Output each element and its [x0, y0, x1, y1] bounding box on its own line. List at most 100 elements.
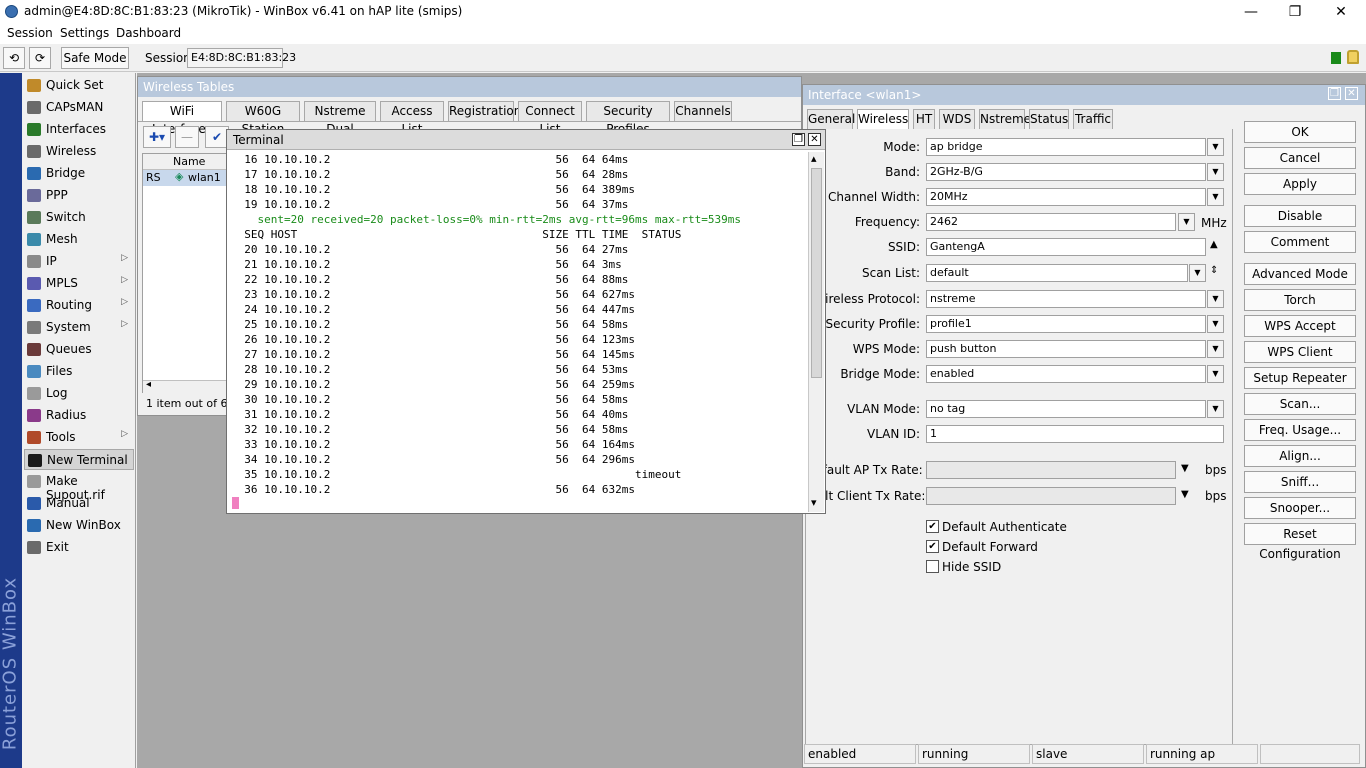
sidebar-item-new-terminal[interactable]: New Terminal — [24, 449, 134, 470]
ssid-collapse-icon[interactable]: ▲ — [1210, 239, 1218, 250]
apply-button[interactable]: Apply — [1244, 173, 1356, 195]
wps-client-button[interactable]: WPS Client — [1244, 341, 1356, 363]
maximize-icon[interactable]: ❐ — [792, 133, 805, 146]
menu-dashboard[interactable]: Dashboard — [116, 26, 181, 40]
default-authenticate-checkbox[interactable]: ✔ — [926, 520, 939, 533]
sidebar-item-radius[interactable]: Radius — [24, 405, 134, 426]
sidebar-item-mpls[interactable]: MPLS ▷ — [24, 273, 134, 294]
sidebar-item-ppp[interactable]: PPP — [24, 185, 134, 206]
close-icon[interactable]: ✕ — [1345, 87, 1358, 100]
scan-list-field[interactable]: default — [926, 264, 1188, 282]
sidebar-item-mesh[interactable]: Mesh — [24, 229, 134, 250]
client-tx-rate-field[interactable] — [926, 487, 1176, 505]
wireless-protocol-dropdown-icon[interactable]: ▼ — [1207, 290, 1224, 308]
security-profile-dropdown-icon[interactable]: ▼ — [1207, 315, 1224, 333]
tab-connect-list[interactable]: Connect List — [518, 101, 582, 136]
bridge-mode-field[interactable]: enabled — [926, 365, 1206, 383]
wps-mode-dropdown-icon[interactable]: ▼ — [1207, 340, 1224, 358]
minimize-button[interactable]: — — [1236, 2, 1266, 22]
tab-registration[interactable]: Registration — [448, 101, 521, 121]
tab-access-list[interactable]: Access List — [380, 101, 444, 136]
maximize-icon[interactable]: ❐ — [1328, 87, 1341, 100]
disable-button[interactable]: Disable — [1244, 205, 1356, 227]
tab-general[interactable]: General — [807, 109, 855, 129]
sidebar-item-exit[interactable]: Exit — [24, 537, 134, 558]
session-field[interactable]: E4:8D:8C:B1:83:23 — [187, 48, 296, 68]
close-button[interactable]: ✕ — [1326, 2, 1356, 22]
advanced-mode-button[interactable]: Advanced Mode — [1244, 263, 1356, 285]
frequency-field[interactable]: 2462 — [926, 213, 1176, 231]
scroll-up-button[interactable]: ▴ — [811, 152, 817, 165]
bridge-mode-dropdown-icon[interactable]: ▼ — [1207, 365, 1224, 383]
torch-button[interactable]: Torch — [1244, 289, 1356, 311]
tab-wifi-interfaces[interactable]: WiFi Interfaces — [142, 101, 222, 136]
sidebar-item-new-winbox[interactable]: New WinBox — [24, 515, 134, 536]
tab-channels[interactable]: Channels — [674, 101, 732, 121]
tab-wds[interactable]: WDS — [939, 109, 975, 129]
safe-mode-button[interactable]: Safe Mode — [61, 47, 129, 69]
menu-settings[interactable]: Settings — [60, 26, 109, 40]
vlan-mode-field[interactable]: no tag — [926, 400, 1206, 418]
undo-button[interactable]: ⟲ — [3, 47, 25, 69]
setup-repeater-button[interactable]: Setup Repeater — [1244, 367, 1356, 389]
column-name[interactable]: Name — [173, 155, 205, 168]
sidebar-item-ip[interactable]: IP ▷ — [24, 251, 134, 272]
align-button[interactable]: Align... — [1244, 445, 1356, 467]
sidebar-item-make-supout-rif[interactable]: Make Supout.rif — [24, 471, 134, 502]
mode-dropdown-icon[interactable]: ▼ — [1207, 138, 1224, 156]
sidebar-item-queues[interactable]: Queues — [24, 339, 134, 360]
tab-status[interactable]: Status — [1029, 109, 1069, 129]
tab-traffic[interactable]: Traffic — [1073, 109, 1113, 129]
mode-field[interactable]: ap bridge — [926, 138, 1206, 156]
ap-tx-rate-dropdown-icon[interactable]: ▼ — [1181, 463, 1189, 474]
sidebar-item-quick-set[interactable]: Quick Set — [24, 75, 134, 96]
tab-security-profiles[interactable]: Security Profiles — [586, 101, 670, 136]
tab-wireless[interactable]: Wireless — [857, 109, 909, 129]
tab-nstreme[interactable]: Nstreme — [979, 109, 1031, 129]
sidebar-item-switch[interactable]: Switch — [24, 207, 134, 228]
channel-width-field[interactable]: 20MHz — [926, 188, 1206, 206]
ap-tx-rate-field[interactable] — [926, 461, 1176, 479]
scan-list-updown-icon[interactable]: ⇕ — [1210, 265, 1218, 276]
scan-button[interactable]: Scan... — [1244, 393, 1356, 415]
sidebar-item-wireless[interactable]: Wireless — [24, 141, 134, 162]
sidebar-item-interfaces[interactable]: Interfaces — [24, 119, 134, 140]
add-button[interactable]: ✚▾ — [143, 126, 171, 148]
wireless-protocol-field[interactable]: nstreme — [926, 290, 1206, 308]
wps-accept-button[interactable]: WPS Accept — [1244, 315, 1356, 337]
vlan-id-field[interactable]: 1 — [926, 425, 1224, 443]
default-forward-checkbox[interactable]: ✔ — [926, 540, 939, 553]
sniff-button[interactable]: Sniff... — [1244, 471, 1356, 493]
sidebar-item-manual[interactable]: Manual — [24, 493, 134, 514]
ok-button[interactable]: OK — [1244, 121, 1356, 143]
remove-button[interactable]: — — [175, 126, 199, 148]
tab-ht[interactable]: HT — [913, 109, 935, 129]
sidebar-item-system[interactable]: System ▷ — [24, 317, 134, 338]
freq-usage-button[interactable]: Freq. Usage... — [1244, 419, 1356, 441]
security-profile-field[interactable]: profile1 — [926, 315, 1206, 333]
sidebar-item-routing[interactable]: Routing ▷ — [24, 295, 134, 316]
frequency-dropdown-icon[interactable]: ▼ — [1178, 213, 1195, 231]
scroll-left-button[interactable]: ◂ — [146, 379, 151, 390]
terminal-scrollbar[interactable]: ▴ ▾ — [808, 152, 824, 512]
tab-w60g-station[interactable]: W60G Station — [226, 101, 300, 136]
sidebar-item-bridge[interactable]: Bridge — [24, 163, 134, 184]
terminal-output[interactable]: 16 10.10.10.2 56 64 64ms 17 10.10.10.2 5… — [231, 152, 806, 512]
cancel-button[interactable]: Cancel — [1244, 147, 1356, 169]
vlan-mode-dropdown-icon[interactable]: ▼ — [1207, 400, 1224, 418]
comment-button[interactable]: Comment — [1244, 231, 1356, 253]
redo-button[interactable]: ⟳ — [29, 47, 51, 69]
ssid-field[interactable]: GantengA — [926, 238, 1206, 256]
scroll-down-button[interactable]: ▾ — [811, 496, 817, 509]
snooper-button[interactable]: Snooper... — [1244, 497, 1356, 519]
sidebar-item-log[interactable]: Log — [24, 383, 134, 404]
channel-width-dropdown-icon[interactable]: ▼ — [1207, 188, 1224, 206]
close-icon[interactable]: ✕ — [808, 133, 821, 146]
band-dropdown-icon[interactable]: ▼ — [1207, 163, 1224, 181]
sidebar-item-capsman[interactable]: CAPsMAN — [24, 97, 134, 118]
tab-nstreme-dual[interactable]: Nstreme Dual — [304, 101, 376, 136]
scan-list-dropdown-icon[interactable]: ▼ — [1189, 264, 1206, 282]
band-field[interactable]: 2GHz-B/G — [926, 163, 1206, 181]
hide-ssid-checkbox[interactable] — [926, 560, 939, 573]
client-tx-rate-dropdown-icon[interactable]: ▼ — [1181, 489, 1189, 500]
